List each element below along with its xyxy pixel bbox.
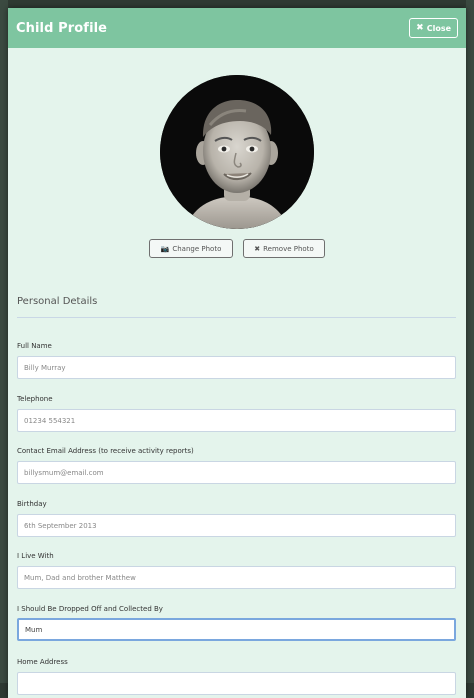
child-photo [160,75,314,229]
change-photo-label: Change Photo [172,244,222,253]
remove-photo-button[interactable]: ✖ Remove Photo [243,239,325,258]
camera-icon: 📷 [160,244,170,253]
telephone-input[interactable] [17,409,456,432]
full-name-input[interactable] [17,356,456,379]
section-divider [17,317,456,318]
modal-title: Child Profile [16,20,108,36]
backdrop [466,0,474,683]
backdrop [0,0,8,683]
change-photo-button[interactable]: 📷 Change Photo [149,239,233,258]
child-profile-modal: Child Profile ✖ Close 📷 Change Photo ✖ R… [8,8,466,698]
collected-by-input[interactable] [17,618,456,641]
lives-with-label: I Live With [17,552,54,560]
birthday-input[interactable] [17,514,456,537]
close-icon: ✖ [416,22,424,33]
telephone-label: Telephone [17,395,53,403]
close-button[interactable]: ✖ Close [409,18,458,38]
home-address-label: Home Address [17,658,68,666]
email-label: Contact Email Address (to receive activi… [17,447,194,455]
birthday-label: Birthday [17,500,47,508]
collected-by-label: I Should Be Dropped Off and Collected By [17,605,163,613]
section-title: Personal Details [17,296,98,307]
email-input[interactable] [17,461,456,484]
close-icon: ✖ [254,244,261,253]
lives-with-input[interactable] [17,566,456,589]
child-photo-image [160,75,314,229]
full-name-label: Full Name [17,342,52,350]
modal-header: Child Profile ✖ Close [8,8,466,48]
close-button-label: Close [426,23,451,33]
photo-actions: 📷 Change Photo ✖ Remove Photo [8,239,466,258]
home-address-input[interactable] [17,672,456,695]
remove-photo-label: Remove Photo [263,244,314,253]
